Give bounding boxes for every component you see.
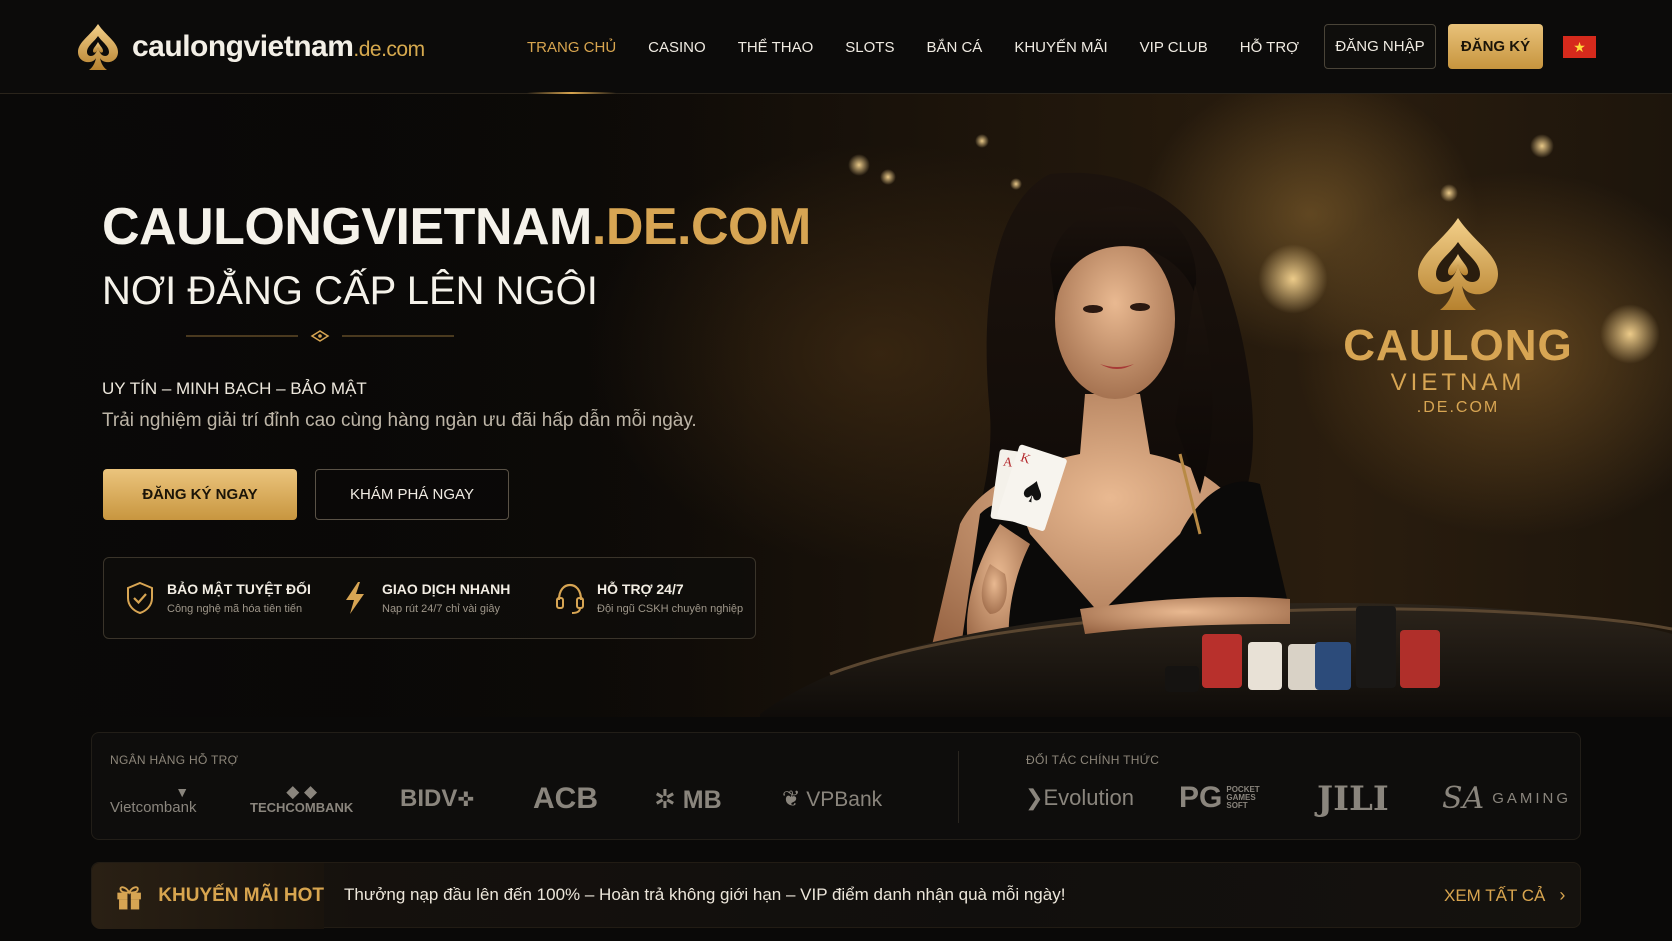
bank-name: VPBank <box>806 788 883 811</box>
bank-name: TECHCOMBANK <box>250 800 354 815</box>
logo-text: caulongvietnam <box>132 30 354 63</box>
bank-logo-techcombank: ◆ ◆ TECHCOMBANK <box>250 782 354 815</box>
hero-tagline: UY TÍN – MINH BẠCH – BẢO MẬT <box>102 379 367 398</box>
bank-name: Vietcombank <box>110 799 197 816</box>
feature-title: GIAO DỊCH NHANH <box>382 581 511 597</box>
spade-emblem-icon <box>1418 218 1498 310</box>
view-all-label: XEM TẤT CẢ <box>1444 885 1546 905</box>
hero-title-main: CAULONGVIETNAM <box>102 198 592 256</box>
partners-panel: NGÂN HÀNG HỖ TRỢ ▼ Vietcombank ◆ ◆ TECHC… <box>91 732 1581 840</box>
menu-item-the-thao[interactable]: THỂ THAO <box>738 0 814 94</box>
gift-icon <box>117 886 141 910</box>
hero-subtitle: NƠI ĐẲNG CẤP LÊN NGÔI <box>102 269 598 313</box>
feature-strip: BẢO MẬT TUYỆT ĐỐI Công nghệ mã hóa tiên t… <box>103 557 756 639</box>
providers-label: ĐỐI TÁC CHÍNH THỨC <box>1026 753 1160 767</box>
feature-support: HỖ TRỢ 24/7 Đội ngũ CSKH chuyên nghiệp <box>534 580 749 616</box>
login-button[interactable]: ĐĂNG NHẬP <box>1324 24 1436 69</box>
menu-item-trang-chu[interactable]: TRANG CHỦ <box>527 0 617 94</box>
provider-logo-pg: PG POCKET GAMES SOFT <box>1179 781 1266 815</box>
menu-item-ho-tro[interactable]: HỖ TRỢ <box>1240 0 1299 94</box>
headset-icon <box>556 583 584 614</box>
provider-subtitle: POCKET GAMES SOFT <box>1226 785 1260 810</box>
site-logo[interactable]: caulongvietnam.de.com <box>74 22 425 72</box>
top-nav: caulongvietnam.de.com TRANG CHỦ CASINO T… <box>0 0 1672 94</box>
promo-header: KHUYẾN MÃI HOT <box>92 863 324 929</box>
logo-suffix: .de.com <box>353 38 425 61</box>
menu-item-slots[interactable]: SLOTS <box>845 0 894 94</box>
brand-domain: .DE.COM <box>1416 399 1500 416</box>
provider-name: GAMING <box>1492 790 1572 807</box>
explore-now-button[interactable]: KHÁM PHÁ NGAY <box>315 469 509 520</box>
provider-mark: SA <box>1442 781 1485 816</box>
shield-check-icon <box>127 581 153 615</box>
partners-divider <box>958 751 959 823</box>
menu-item-vip-club[interactable]: VIP CLUB <box>1140 0 1208 94</box>
banks-label: NGÂN HÀNG HỖ TRỢ <box>110 753 239 767</box>
chevron-right-icon: › <box>1559 885 1566 905</box>
hero-description: Trải nghiệm giải trí đỉnh cao cùng hàng … <box>102 410 697 431</box>
menu-item-ban-ca[interactable]: BẮN CÁ <box>926 0 982 94</box>
provider-logo-jili: JILI <box>1317 779 1389 819</box>
provider-logo-sa-gaming: SA GAMING <box>1442 781 1571 816</box>
spade-logo-icon <box>78 24 118 70</box>
register-button[interactable]: ĐĂNG KÝ <box>1448 24 1543 69</box>
main-menu: TRANG CHỦ CASINO THỂ THAO SLOTS BẮN CÁ K… <box>527 0 1331 94</box>
menu-item-casino[interactable]: CASINO <box>648 0 706 94</box>
bank-logo-vietcombank: ▼ Vietcombank <box>110 784 197 816</box>
hero-title-accent: .DE.COM <box>591 198 811 256</box>
register-now-button[interactable]: ĐĂNG KÝ NGAY <box>103 469 297 520</box>
brand-emblem: CAULONG VIETNAM .DE.COM <box>1328 214 1588 417</box>
menu-item-khuyen-mai[interactable]: KHUYẾN MÃI <box>1014 0 1107 94</box>
bank-name: MB <box>682 786 722 814</box>
bank-logo-vpbank: ❦ VPBank <box>782 786 883 811</box>
brand-sub: VIETNAM <box>1390 369 1526 396</box>
provider-name: PG <box>1179 781 1223 814</box>
promo-text: Thưởng nạp đầu lên đến 100% – Hoàn trả k… <box>344 885 1066 904</box>
hero-banner: A K ♠ CAULONG VIETNAM .DE.COM CAULONGVIE… <box>0 94 1672 717</box>
feature-title: HỖ TRỢ 24/7 <box>597 581 684 597</box>
vietnam-flag-icon[interactable]: ★ <box>1563 36 1596 58</box>
bank-logo-bidv: BIDV✜ <box>400 785 475 812</box>
lightning-icon <box>346 582 364 614</box>
feature-desc: Nạp rút 24/7 chỉ vài giây <box>382 603 501 615</box>
feature-fast-transaction: GIAO DỊCH NHANH Nạp rút 24/7 chỉ vài giây <box>319 580 534 616</box>
brand-name: CAULONG <box>1343 321 1573 370</box>
page: caulongvietnam.de.com TRANG CHỦ CASINO T… <box>0 0 1672 941</box>
promo-bar: KHUYẾN MÃI HOT Thưởng nạp đầu lên đến 10… <box>91 862 1581 929</box>
feature-title: BẢO MẬT TUYỆT ĐỐI <box>167 581 311 597</box>
ornament-divider <box>186 330 454 342</box>
bank-name: BIDV <box>400 785 458 812</box>
hero-title: CAULONGVIETNAM.DE.COM <box>102 197 811 257</box>
bank-logo-acb: ACB <box>533 782 598 815</box>
provider-name: Evolution <box>1043 785 1134 810</box>
feature-security: BẢO MẬT TUYỆT ĐỐI Công nghệ mã hóa tiên t… <box>104 580 319 616</box>
view-all-link[interactable]: XEM TẤT CẢ › <box>1444 885 1565 906</box>
feature-desc: Công nghệ mã hóa tiên tiến <box>167 603 303 615</box>
bank-logo-mb: ✲ MB <box>654 784 722 814</box>
promo-title: KHUYẾN MÃI HOT <box>158 885 324 906</box>
feature-desc: Đội ngũ CSKH chuyên nghiệp <box>597 603 744 615</box>
provider-logo-evolution: ❯Evolution <box>1025 785 1134 810</box>
